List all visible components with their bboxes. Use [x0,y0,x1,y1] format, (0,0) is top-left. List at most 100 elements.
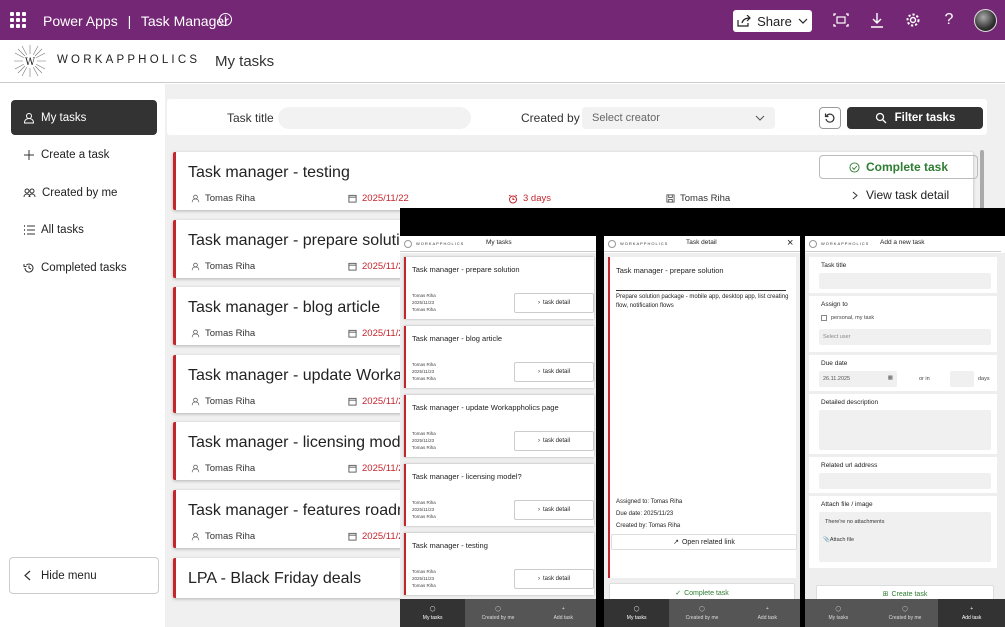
task-detail-label: task detail [542,507,570,513]
task-detail-button[interactable]: › task detail [514,569,594,589]
chevron-down-icon [755,115,765,121]
sidebar-item-label: All tasks [41,223,84,236]
mobile-task-card[interactable]: Task manager - prepare solution Tomas Ri… [404,257,594,319]
task-title-input[interactable] [819,273,991,289]
attach-label: Attach file / image [821,501,873,508]
nav-created-by-me[interactable]: ◯ Created by me [872,599,939,627]
task-detail-button[interactable]: › task detail [514,431,594,451]
sidebar-item-completed-tasks[interactable]: Completed tasks [11,250,157,285]
calendar-icon [348,397,357,406]
app-launcher-icon[interactable] [10,12,26,28]
task-creator: Tomas Riha [412,307,436,312]
sidebar-item-create-task[interactable]: Create a task [11,137,157,172]
due-date-section: Due date 26.11.2025 ▦ or in days [809,355,997,391]
chevron-down-icon [798,18,808,24]
user-placeholder: Select user [823,334,851,340]
fit-screen-icon[interactable] [832,11,850,29]
help-icon[interactable]: ? [940,11,958,29]
task-title-label: Task title [821,262,847,269]
paperclip-icon: 📎 [823,537,830,543]
nav-add-task[interactable]: + Add task [938,599,1005,627]
check-circle-icon [849,161,860,173]
task-title: Task manager - licensing model? [188,434,422,451]
calendar-icon [348,262,357,271]
task-detail-button[interactable]: › task detail [514,362,594,382]
created-by-label: Created by [521,111,580,125]
description-textarea[interactable] [819,410,991,450]
mobile-add-task-screen: WORKAPPHOLICS Add a new task Task title … [805,236,1005,627]
creator-select[interactable]: Select creator [582,107,775,129]
nav-add-task[interactable]: + Add task [531,599,596,627]
task-assignee: Tomas Riha [412,569,436,574]
task-assignee: Tomas Riha [412,500,436,505]
task-card[interactable]: Task manager - testing Tomas Riha 2025/1… [173,152,978,210]
open-related-link-button[interactable]: ↗ Open related link [611,534,797,550]
attach-section: Attach file / image There're no attachme… [809,496,997,568]
share-button[interactable]: Share [733,10,812,32]
mobile-task-card[interactable]: Task manager - testing Tomas Riha 2025/1… [404,533,594,595]
filter-tasks-button[interactable]: Filter tasks [847,107,983,129]
view-task-detail-link[interactable]: View task detail [852,188,949,202]
nav-my-tasks[interactable]: ◯ My tasks [805,599,872,627]
add-icon: ⊞ [882,591,889,598]
mobile-task-card[interactable]: Task manager - licensing model? Tomas Ri… [404,464,594,526]
task-creator: Tomas Riha [412,514,436,519]
task-list-scrollbar[interactable] [980,150,984,210]
mobile-header: WORKAPPHOLICS Add a new task [805,236,1001,252]
attach-file-button[interactable]: 📎Attach file [823,537,854,543]
sidebar-item-label: My tasks [41,111,87,124]
title-divider [616,290,786,291]
user-select[interactable]: Select user [819,329,991,345]
mobile-task-detail-screen: WORKAPPHOLICS Task detail × Task manager… [604,236,800,627]
sidebar-item-all-tasks[interactable]: All tasks [11,212,157,247]
task-due: 2025/11/23 [412,507,435,512]
nav-label: Created by me [685,614,719,621]
logo-text: WORKAPPHOLICS [57,54,201,66]
nav-add-task[interactable]: + Add task [735,599,800,627]
list-icon [24,224,35,235]
people-icon: ◯ [902,605,908,612]
app-top-bar: Power Apps | Task Manager i Share ? [0,0,1005,40]
nav-created-by-me[interactable]: ◯ Created by me [669,599,734,627]
info-icon[interactable]: i [219,13,232,26]
close-icon[interactable]: × [787,237,793,249]
task-title-input[interactable] [278,107,471,129]
nav-label: Created by me [888,614,922,621]
complete-task-button[interactable]: Complete task [819,155,978,179]
check-circle-icon: ✓ [675,590,682,597]
task-assignee: Tomas Riha [412,362,436,367]
url-input[interactable] [819,473,991,489]
task-assignee: Tomas Riha [191,531,255,542]
due-date-input[interactable]: 26.11.2025 ▦ [819,371,897,387]
task-title-section: Task title [809,257,997,293]
nav-created-by-me[interactable]: ◯ Created by me [465,599,530,627]
task-assignee: Tomas Riha [191,396,255,407]
attachment-box: There're no attachments 📎Attach file [819,512,991,562]
sidebar-item-created-by-me[interactable]: Created by me [11,175,157,210]
task-detail-button[interactable]: › task detail [514,500,594,520]
mobile-task-card[interactable]: Task manager - blog article Tomas Riha 2… [404,326,594,388]
days-input[interactable] [950,371,974,387]
app-name: Power Apps [43,13,118,29]
calendar-icon [348,329,357,338]
personal-checkbox[interactable] [821,315,827,321]
brand-separator: | [127,13,132,29]
task-due: 2025/11/23 [412,300,435,305]
mobile-task-card[interactable]: Task manager - update Workappholics page… [404,395,594,457]
mobile-bottom-nav: ◯ My tasks ◯ Created by me + Add task [805,599,1005,627]
share-label: Share [757,13,792,29]
task-detail-button[interactable]: › task detail [514,293,594,313]
nav-my-tasks[interactable]: ◯ My tasks [604,599,670,627]
download-icon[interactable] [868,11,886,29]
hide-menu-button[interactable]: Hide menu [9,557,159,594]
task-creator: Tomas Riha [412,376,436,381]
mobile-screens-overlay: WORKAPPHOLICS My tasks Task manager - pr… [400,208,1005,627]
user-avatar[interactable] [974,9,997,32]
alarm-clock-icon [508,194,518,203]
settings-gear-icon[interactable] [904,11,922,29]
sidebar-item-my-tasks[interactable]: My tasks [11,100,157,135]
nav-label: Add task [961,614,982,621]
reset-filter-button[interactable] [819,107,841,129]
nav-my-tasks[interactable]: ◯ My tasks [400,599,466,627]
task-title: LPA - Black Friday deals [188,570,362,587]
